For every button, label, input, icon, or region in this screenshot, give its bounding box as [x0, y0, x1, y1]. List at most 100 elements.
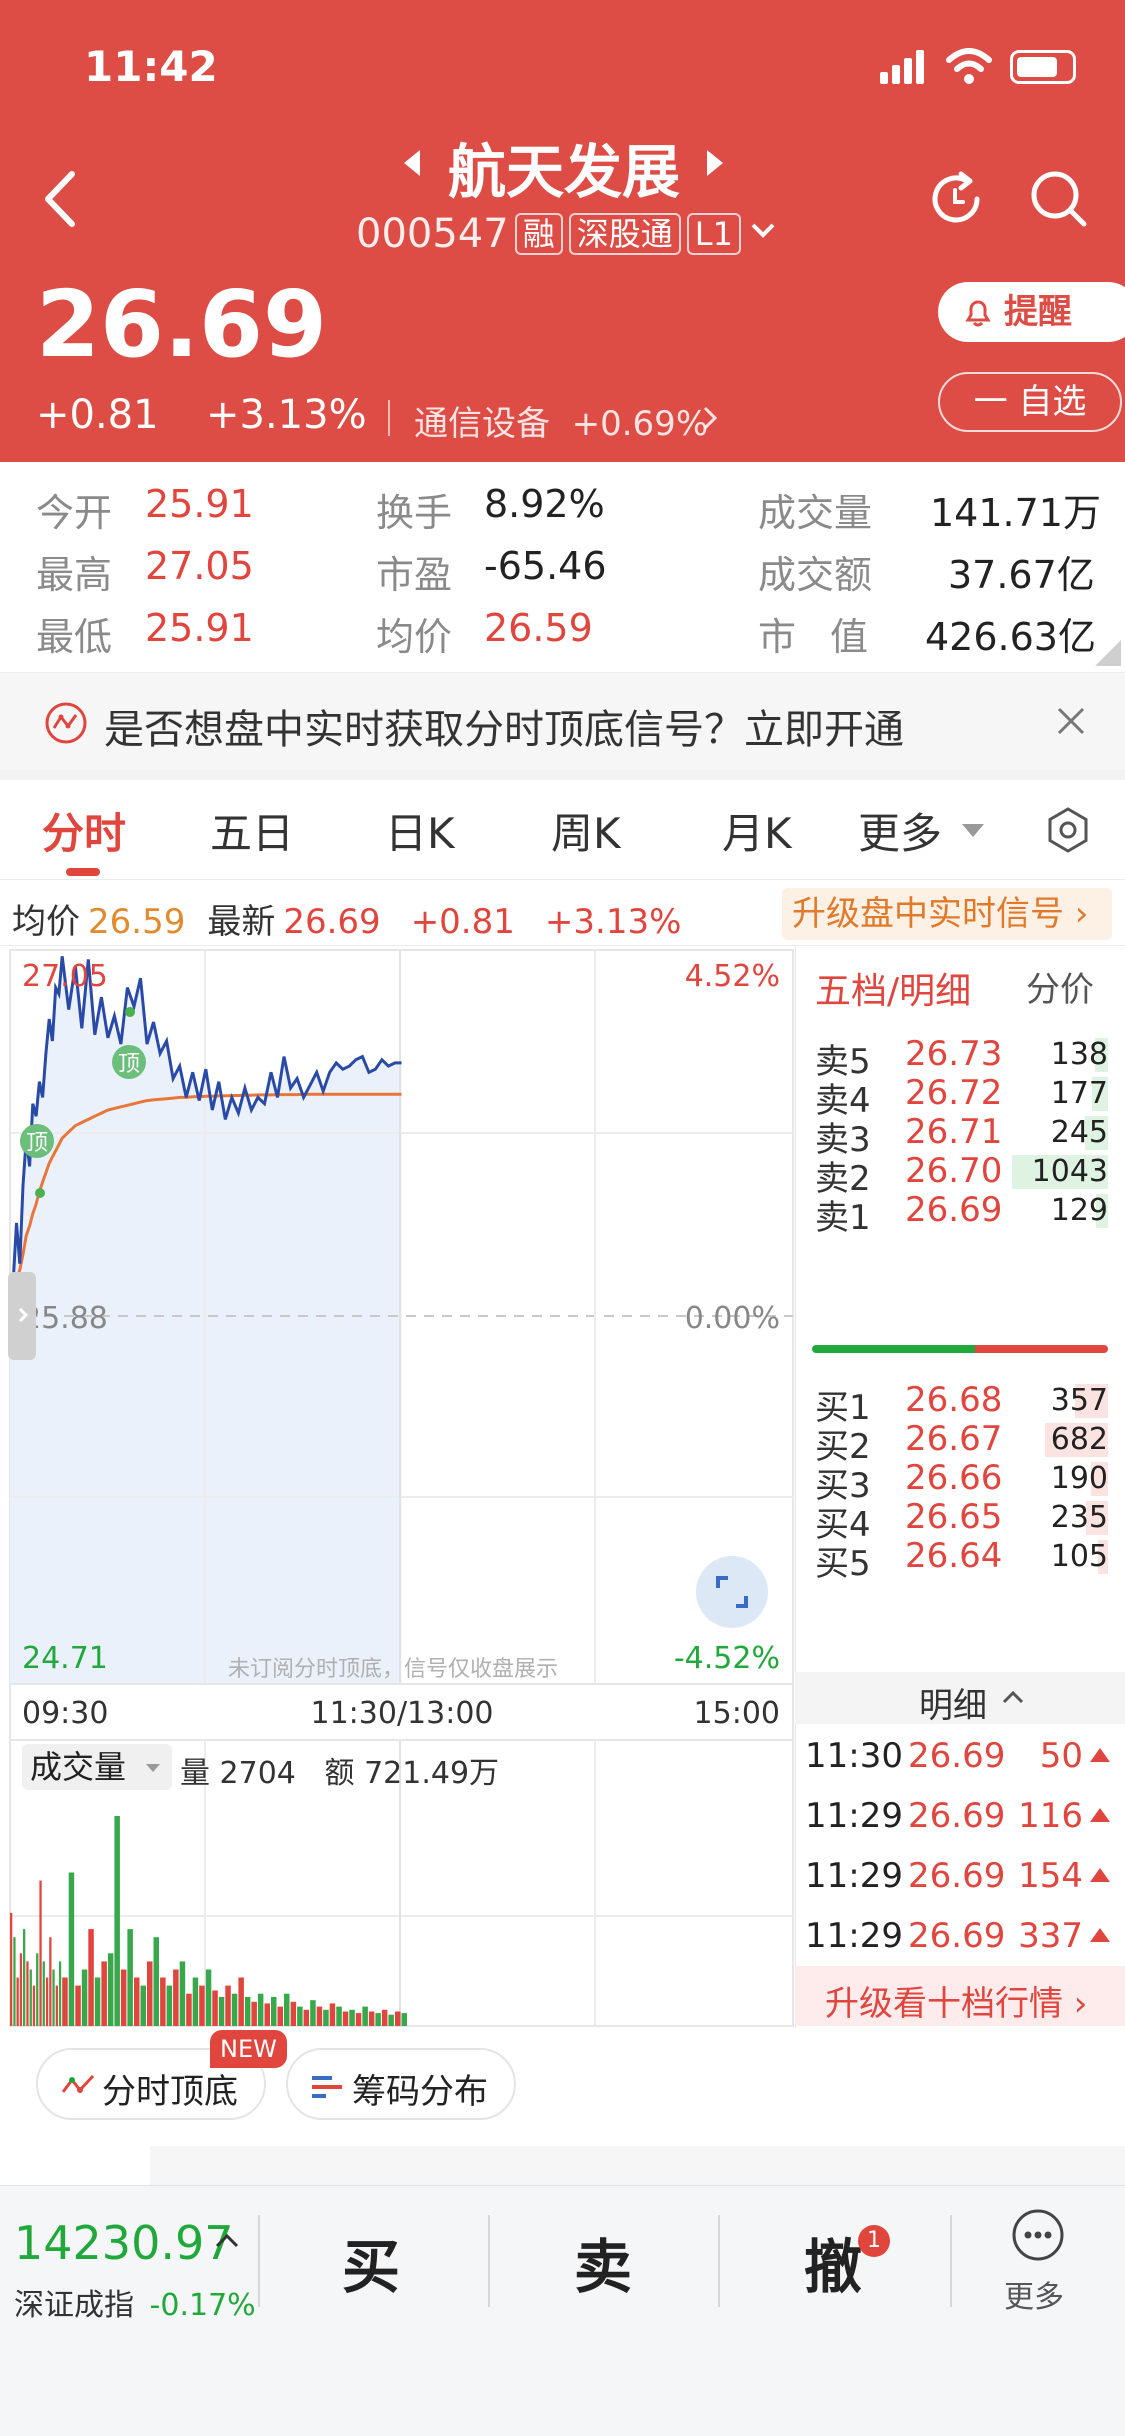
stat-value-low: 25.91 — [145, 606, 254, 650]
trade-volume: 154 — [1018, 1856, 1083, 1896]
cancel-order-button[interactable]: 撤 — [804, 2220, 862, 2304]
alert-button[interactable]: 提醒 — [938, 282, 1125, 342]
stock-header: 11:42 航天发展 000547 融深股通 L1 26.69 +0.81 +3.1… — [0, 0, 1125, 462]
volume-bar — [160, 1977, 166, 2026]
signal-banner[interactable]: 是否想盘中实时获取分时顶底信号？立即开通 — [0, 672, 1125, 770]
time-mid-label: 11:30/13:00 — [310, 1696, 493, 1731]
chip-distribution-chip[interactable]: 筹码分布 — [286, 2048, 516, 2120]
info-change: +0.81 — [410, 902, 515, 942]
latest-value: 26.69 — [283, 902, 381, 942]
fullscreen-button[interactable] — [696, 1556, 768, 1628]
bid-level-volume: 235 — [1050, 1500, 1108, 1535]
next-stock-icon[interactable] — [703, 148, 727, 178]
stats-panel: 今开 25.91 最高 27.05 最低 25.91 换手 8.92% 市盈 -… — [0, 462, 1125, 672]
volume-bar — [179, 1961, 186, 2026]
ask-level-volume: 1043 — [1031, 1154, 1108, 1189]
upgrade-ten-level-button[interactable]: 升级看十档行情 › — [795, 1966, 1125, 2026]
volume-bar — [75, 1985, 81, 2026]
divider — [258, 2215, 260, 2307]
expand-corner-icon[interactable] — [1095, 640, 1121, 666]
volume-bar — [134, 1977, 140, 2026]
trade-price: 26.69 — [908, 1856, 1006, 1896]
bid-level-price: 26.64 — [905, 1536, 1003, 1576]
signal-marker-1-label: 顶 — [26, 1131, 48, 1156]
volume-bar — [39, 1880, 42, 2026]
trade-time: 11:29 — [805, 1916, 903, 1956]
more-icon[interactable] — [1010, 2207, 1066, 2263]
volume-bar — [388, 2014, 394, 2026]
trade-volume: 337 — [1018, 1916, 1083, 1956]
volume-indicator-select[interactable]: 成交量 — [22, 1744, 172, 1790]
sector-link[interactable]: 通信设备 +0.69% — [414, 396, 708, 445]
intraday-signal-label: 分时顶底 — [102, 2072, 238, 2112]
chart-drag-handle[interactable] — [8, 1272, 36, 1360]
margin-tag: 融 — [514, 213, 563, 255]
volume-bar — [81, 1969, 88, 2026]
close-icon[interactable] — [1055, 705, 1087, 737]
volume-bar — [68, 1872, 75, 2026]
volume-bar — [94, 1977, 101, 2026]
tab-daily-k[interactable]: 日K — [385, 800, 455, 861]
refresh-icon[interactable] — [925, 168, 987, 230]
volume-bar — [290, 2001, 297, 2026]
back-arrow-icon[interactable] — [40, 170, 80, 228]
more-label[interactable]: 更多 — [1004, 2272, 1064, 2316]
upgrade-signal-button[interactable]: 升级盘中实时信号 › — [782, 888, 1112, 940]
order-book-title[interactable]: 五档/明细 — [815, 962, 971, 1014]
volume-bar — [368, 2011, 375, 2026]
tab-five-day[interactable]: 五日 — [210, 800, 294, 861]
order-book-price-tab[interactable]: 分价 — [1026, 962, 1094, 1011]
volume-bar — [323, 2009, 329, 2026]
ask-level-volume: 129 — [1050, 1193, 1108, 1228]
stat-label-open: 今开 — [36, 491, 113, 535]
tab-monthly-k[interactable]: 月K — [722, 800, 792, 861]
chevron-up-icon[interactable] — [214, 2232, 240, 2250]
search-icon[interactable] — [1028, 168, 1090, 230]
chip-distribution-label: 筹码分布 — [352, 2072, 488, 2112]
volume-bar — [297, 2006, 303, 2026]
volume-amt: 721.49万 — [364, 1756, 500, 1791]
buy-button[interactable]: 买 — [342, 2220, 400, 2304]
sector-change: +0.69% — [571, 404, 709, 444]
peer-strip — [150, 2146, 1125, 2186]
y-max-label: 27.05 — [22, 959, 108, 994]
trade-volume: 116 — [1018, 1796, 1083, 1836]
up-arrow-icon — [1090, 1868, 1110, 1882]
current-price: 26.69 — [36, 271, 328, 378]
bid-level-volume: 682 — [1050, 1422, 1108, 1457]
stat-value-high: 27.05 — [145, 544, 254, 588]
volume-bar — [58, 1961, 62, 2026]
volume-bar — [186, 1993, 192, 2026]
y-min-label: 24.71 — [22, 1641, 108, 1676]
volume-bar — [277, 2006, 283, 2026]
expand-icon — [716, 1576, 748, 1608]
bid-level-price: 26.67 — [905, 1419, 1003, 1459]
tab-more[interactable]: 更多 — [858, 800, 942, 861]
pct-min-label: -4.52% — [674, 1641, 780, 1676]
volume-bar — [362, 2006, 368, 2026]
settings-hexagon-icon[interactable] — [1044, 806, 1092, 854]
up-arrow-icon — [1090, 1928, 1110, 1942]
volume-bar — [29, 1969, 32, 2026]
sell-button[interactable]: 卖 — [574, 2220, 632, 2304]
wifi-icon — [946, 48, 992, 84]
tab-weekly-k[interactable]: 周K — [551, 800, 621, 861]
stat-label-mktcap: 市值 — [758, 615, 903, 659]
watchlist-button[interactable]: 一 自选 — [938, 372, 1122, 432]
volume-bar — [26, 1961, 29, 2026]
chevron-down-icon[interactable] — [750, 222, 776, 240]
index-value[interactable]: 14230.97 — [14, 2216, 234, 2270]
volume-bar — [336, 2006, 342, 2026]
volume-bar — [218, 1996, 225, 2026]
tab-intraday[interactable]: 分时 — [42, 800, 126, 861]
index-name: 深证成指 — [14, 2288, 134, 2323]
volume-bar — [88, 1929, 94, 2026]
volume-bar — [153, 1937, 159, 2026]
prev-stock-icon[interactable] — [400, 148, 424, 178]
volume-bar — [36, 1953, 39, 2026]
detail-header[interactable]: 明细 — [795, 1672, 1125, 1726]
volume-bar — [147, 1961, 153, 2026]
divider — [950, 2215, 952, 2307]
caret-down-icon — [146, 1764, 160, 1772]
stat-value-mktcap: 426.63亿 — [925, 615, 1096, 659]
